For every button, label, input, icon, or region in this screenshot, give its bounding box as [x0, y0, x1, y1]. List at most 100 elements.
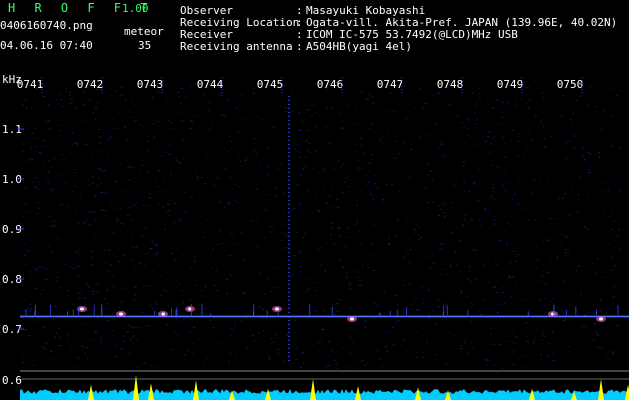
noise-speck: [377, 305, 380, 307]
noise-speck: [317, 236, 320, 238]
noise-speck: [181, 120, 184, 122]
noise-speck: [121, 223, 123, 224]
noise-speck: [541, 240, 544, 242]
noise-speck: [134, 294, 137, 296]
noise-speck: [534, 247, 537, 249]
noise-speck: [270, 231, 273, 233]
noise-speck: [319, 148, 322, 150]
noise-speck: [93, 301, 96, 303]
noise-speck: [315, 310, 318, 312]
noise-speck: [207, 109, 210, 111]
noise-speck: [202, 94, 205, 96]
noise-speck: [83, 253, 86, 255]
noise-speck: [403, 257, 406, 258]
noise-speck: [310, 115, 313, 117]
noise-speck: [478, 87, 481, 89]
noise-speck: [587, 171, 590, 173]
noise-speck: [224, 168, 227, 170]
noise-speck: [296, 330, 299, 332]
noise-speck: [359, 280, 362, 282]
noise-speck: [243, 292, 246, 294]
noise-speck: [286, 334, 289, 336]
noise-speck: [92, 211, 95, 213]
noise-speck: [36, 137, 39, 139]
noise-speck: [170, 122, 173, 124]
noise-speck: [477, 199, 480, 201]
noise-speck: [69, 344, 72, 346]
noise-speck: [203, 237, 206, 239]
noise-speck: [153, 136, 156, 138]
noise-speck: [50, 225, 53, 227]
noise-speck: [150, 285, 153, 287]
noise-speck: [233, 183, 236, 185]
noise-speck: [569, 119, 572, 121]
noise-speck: [319, 247, 322, 249]
noise-speck: [499, 123, 502, 125]
x-tick-label: 0744: [197, 78, 224, 91]
noise-speck: [180, 320, 183, 322]
noise-speck: [420, 136, 423, 138]
noise-speck: [104, 262, 107, 264]
noise-speck: [84, 323, 87, 325]
noise-speck: [533, 342, 535, 344]
noise-speck: [541, 335, 544, 337]
noise-speck: [206, 358, 209, 359]
noise-speck: [570, 124, 573, 126]
noise-speck: [362, 343, 365, 345]
noise-speck: [357, 231, 360, 233]
noise-speck: [46, 145, 49, 147]
noise-speck: [511, 364, 514, 366]
noise-speck: [177, 260, 180, 261]
noise-speck: [34, 128, 37, 130]
noise-speck: [71, 133, 74, 135]
noise-speck: [115, 345, 118, 347]
noise-speck: [166, 100, 169, 102]
noise-speck: [65, 264, 68, 265]
noise-speck: [455, 180, 458, 182]
noise-speck: [112, 232, 115, 234]
noise-speck: [91, 157, 94, 159]
noise-speck: [282, 223, 285, 225]
noise-speck: [394, 322, 397, 324]
noise-speck: [525, 102, 528, 104]
noise-speck: [419, 87, 421, 89]
noise-speck: [599, 311, 602, 313]
noise-speck: [51, 190, 53, 192]
noise-speck: [461, 122, 464, 124]
noise-speck: [328, 195, 331, 197]
noise-speck: [521, 366, 524, 368]
noise-speck: [257, 116, 260, 118]
noise-speck: [222, 364, 225, 366]
noise-speck: [286, 154, 289, 155]
noise-speck: [581, 155, 584, 157]
noise-speck: [276, 336, 279, 338]
noise-speck: [425, 341, 428, 343]
noise-speck: [444, 216, 447, 218]
noise-speck: [345, 367, 348, 369]
noise-speck: [235, 165, 238, 167]
noise-speck: [73, 267, 76, 269]
noise-speck: [376, 186, 379, 188]
noise-speck: [597, 346, 600, 348]
noise-speck: [318, 349, 321, 351]
noise-speck: [465, 234, 468, 236]
noise-speck: [227, 151, 229, 153]
noise-speck: [34, 186, 37, 188]
noise-speck: [136, 202, 138, 204]
noise-speck: [284, 107, 287, 109]
noise-speck: [356, 223, 359, 225]
noise-speck: [359, 284, 362, 286]
noise-speck: [133, 299, 136, 301]
noise-speck: [608, 216, 611, 218]
noise-speck: [558, 314, 560, 316]
meteor-echo-core: [350, 317, 354, 321]
noise-speck: [351, 341, 354, 343]
noise-speck: [414, 100, 417, 102]
noise-speck: [601, 347, 603, 349]
noise-speck: [359, 220, 362, 221]
noise-speck: [324, 320, 327, 322]
noise-speck: [123, 254, 126, 256]
noise-speck: [518, 136, 521, 138]
noise-speck: [502, 286, 504, 288]
noise-speck: [528, 132, 531, 134]
